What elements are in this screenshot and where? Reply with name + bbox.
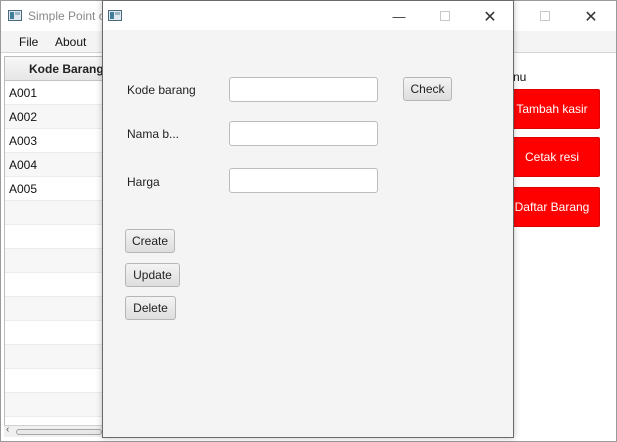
kode-barang-input[interactable]	[229, 77, 378, 102]
column-header-kode-barang[interactable]: Kode Barang	[5, 57, 104, 81]
nama-barang-input[interactable]	[229, 121, 378, 146]
table-row[interactable]: A005	[5, 177, 104, 201]
empty-table-row	[5, 393, 104, 417]
main-maximize-button[interactable]	[522, 1, 568, 31]
empty-table-row	[5, 249, 104, 273]
table-row[interactable]: A004	[5, 153, 104, 177]
app-icon	[8, 10, 22, 21]
dialog-app-icon	[108, 10, 122, 21]
table-row[interactable]: A003	[5, 129, 104, 153]
cetak-resi-button[interactable]: Cetak resi	[504, 137, 600, 177]
daftar-barang-button[interactable]: Daftar Barang	[504, 187, 600, 227]
harga-label: Harga	[127, 175, 160, 189]
empty-table-row	[5, 345, 104, 369]
harga-input[interactable]	[229, 168, 378, 193]
kode-barang-label: Kode barang	[127, 83, 196, 97]
tambah-kasir-button[interactable]: Tambah kasir	[504, 89, 600, 129]
table-row[interactable]: A001	[5, 81, 104, 105]
side-menu-label: nu	[513, 70, 527, 84]
menu-about[interactable]: About	[55, 35, 86, 49]
main-window-title: Simple Point o	[28, 9, 106, 23]
maximize-icon	[540, 11, 550, 21]
scroll-left-arrow-icon[interactable]: ‹	[6, 424, 9, 435]
delete-button[interactable]: Delete	[125, 296, 176, 320]
table-row[interactable]: A002	[5, 105, 104, 129]
empty-table-row	[5, 297, 104, 321]
minimize-icon: —	[392, 8, 406, 24]
table-horizontal-scrollbar[interactable]: ‹	[4, 424, 105, 437]
empty-table-row	[5, 273, 104, 297]
barang-dialog: — ✕ Kode barang Check Nama b... Harga Cr…	[102, 0, 514, 438]
menu-file[interactable]: File	[19, 35, 38, 49]
update-button[interactable]: Update	[125, 263, 180, 287]
dialog-titlebar: — ✕	[103, 1, 513, 30]
dialog-maximize-button[interactable]	[422, 1, 468, 31]
close-icon: ✕	[483, 6, 497, 26]
create-button[interactable]: Create	[125, 229, 175, 253]
empty-table-row	[5, 225, 104, 249]
main-close-button[interactable]: ✕	[568, 1, 614, 31]
check-button[interactable]: Check	[403, 77, 452, 101]
barang-table[interactable]: Kode Barang A001 A002 A003 A004 A005	[4, 56, 105, 436]
scrollbar-thumb[interactable]	[16, 429, 102, 435]
nama-barang-label: Nama b...	[127, 127, 180, 141]
dialog-close-button[interactable]: ✕	[467, 1, 513, 31]
empty-table-row	[5, 201, 104, 225]
empty-table-row	[5, 321, 104, 345]
close-icon: ✕	[584, 6, 598, 26]
empty-table-row	[5, 369, 104, 393]
maximize-icon	[440, 11, 450, 21]
dialog-minimize-button[interactable]: —	[376, 1, 422, 31]
